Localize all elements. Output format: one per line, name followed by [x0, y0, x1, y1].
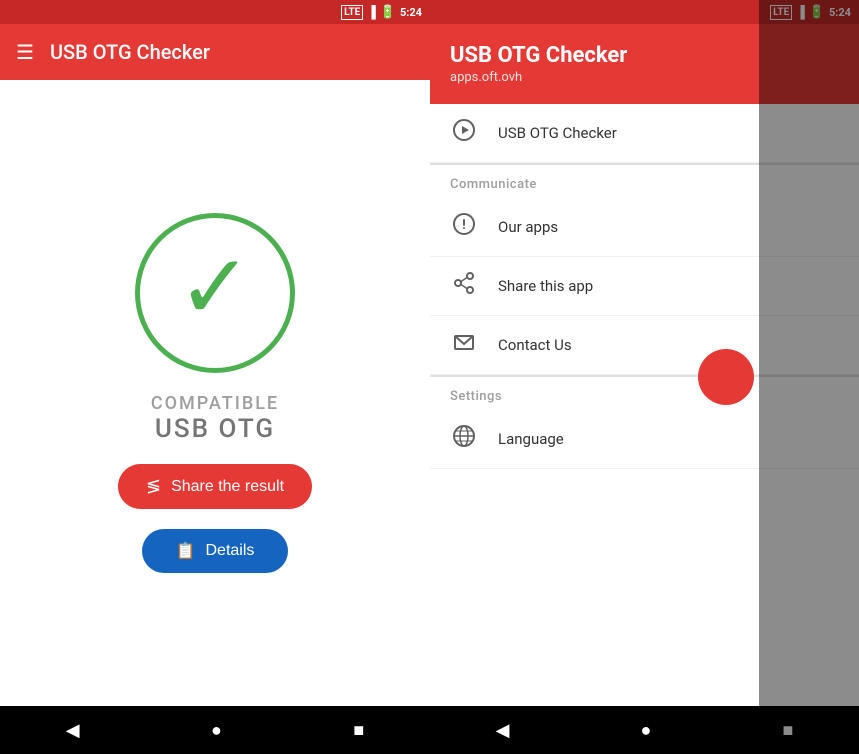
details-icon: 📋 [176, 541, 196, 561]
drawer-list: USB OTG Checker Communicate Our apps [430, 104, 859, 706]
status-bar-right: LTE ▐ 🔋 5:24 [430, 0, 859, 24]
check-circle: ✓ [135, 213, 295, 373]
time-right: 5:24 [829, 6, 851, 19]
time-left: 5:24 [400, 6, 422, 19]
usb-otg-label: USB OTG [151, 414, 279, 444]
lte-indicator-right: LTE [770, 5, 792, 20]
back-button-left[interactable]: ◀ [66, 720, 80, 741]
main-content: ✓ COMPATIBLE USB OTG ≶ Share the result … [0, 80, 430, 706]
home-button-left[interactable]: ● [211, 720, 222, 741]
status-bar-left: LTE ▐ 🔋 5:24 [0, 0, 430, 24]
compatible-text: COMPATIBLE USB OTG [151, 393, 279, 444]
fab-button[interactable] [698, 349, 754, 405]
share-this-app-label: Share this app [498, 277, 593, 295]
signal-icon-right: ▐ [796, 5, 805, 19]
nav-bar-right: ◀ ● ■ [430, 706, 859, 754]
communicate-section-header: Communicate [430, 164, 859, 198]
battery-icon-left: 🔋 [380, 5, 396, 20]
hamburger-icon[interactable]: ☰ [16, 40, 34, 64]
play-circle-icon [450, 118, 478, 148]
recent-button-right[interactable]: ■ [783, 720, 794, 741]
drawer-header: USB OTG Checker apps.oft.ovh [430, 24, 859, 104]
drawer-item-contact-us[interactable]: Contact Us [430, 316, 859, 375]
drawer-item-language[interactable]: Language [430, 410, 859, 469]
signal-icon-left: ▐ [367, 5, 376, 19]
share-icon: ≶ [146, 476, 161, 497]
recent-button-left[interactable]: ■ [353, 720, 364, 741]
toolbar-left: ☰ USB OTG Checker [0, 24, 430, 80]
details-label: Details [206, 542, 255, 560]
details-button[interactable]: 📋 Details [142, 529, 289, 573]
checkmark-icon: ✓ [177, 243, 252, 333]
drawer-item-usb-otg-checker[interactable]: USB OTG Checker [430, 104, 859, 163]
settings-section-header: Settings [430, 376, 859, 410]
compatible-label: COMPATIBLE [151, 393, 279, 414]
nav-bar-left: ◀ ● ■ [0, 706, 430, 754]
share-icon [450, 271, 478, 301]
drawer-item-share-app[interactable]: Share this app [430, 257, 859, 316]
toolbar-title-left: USB OTG Checker [50, 40, 210, 64]
home-button-right[interactable]: ● [641, 720, 652, 741]
drawer-item-our-apps[interactable]: Our apps [430, 198, 859, 257]
share-result-button[interactable]: ≶ Share the result [118, 464, 312, 509]
back-button-right[interactable]: ◀ [496, 720, 510, 741]
lte-indicator-left: LTE [341, 5, 363, 20]
language-label: Language [498, 430, 564, 448]
battery-icon-right: 🔋 [809, 5, 825, 20]
left-panel: LTE ▐ 🔋 5:24 ☰ USB OTG Checker ✓ COMPATI… [0, 0, 430, 754]
mail-icon [450, 330, 478, 360]
drawer-title: USB OTG Checker [450, 43, 839, 68]
globe-icon [450, 424, 478, 454]
right-panel: LTE ▐ 🔋 5:24 USB OTG Checker apps.oft.ov… [430, 0, 859, 754]
our-apps-label: Our apps [498, 218, 558, 236]
usb-otg-checker-label: USB OTG Checker [498, 124, 617, 142]
share-result-label: Share the result [171, 478, 284, 496]
drawer-subtitle: apps.oft.ovh [450, 70, 839, 85]
contact-us-label: Contact Us [498, 336, 572, 354]
exclamation-icon [450, 212, 478, 242]
